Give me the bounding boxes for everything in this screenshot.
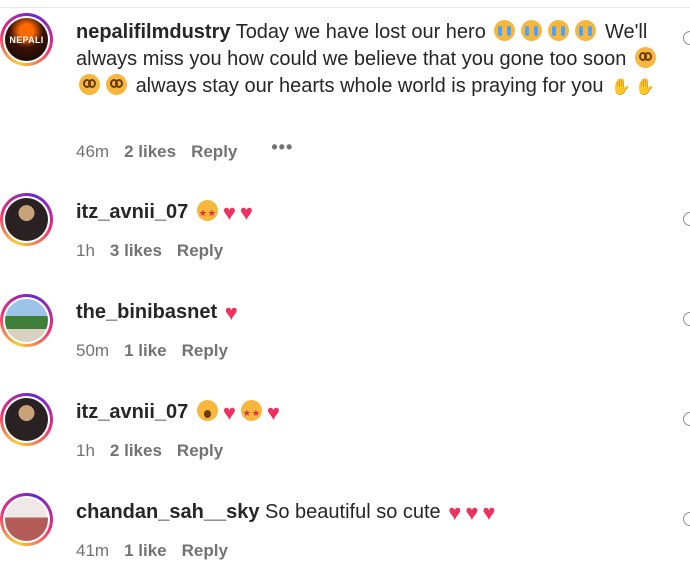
like-heart-icon[interactable] (683, 412, 690, 426)
folded-hands-icon: ✋ (611, 77, 632, 96)
heart-icon: ♥ (266, 400, 280, 425)
comment-time[interactable]: 46m (76, 142, 109, 162)
comment-meta: 46m 2 likes Reply ••• (76, 137, 293, 162)
comment-text: the_binibasnet ♥ (76, 299, 666, 326)
reply-button[interactable]: Reply (177, 441, 223, 461)
reply-button[interactable]: Reply (182, 541, 228, 561)
reply-button[interactable]: Reply (182, 341, 228, 361)
heart-eyes-face-icon (196, 200, 218, 227)
heart-icon: ♥ (224, 300, 238, 325)
comment-body-part: always stay our hearts whole world is pr… (135, 75, 604, 97)
like-heart-icon[interactable] (683, 512, 690, 526)
loudly-crying-face-icon (575, 20, 597, 41)
avatar[interactable]: NEPALI (0, 13, 53, 66)
loudly-crying-face-icon (548, 20, 570, 41)
comment-username[interactable]: itz_avnii_07 (76, 401, 188, 423)
reply-button[interactable]: Reply (177, 241, 223, 261)
loudly-crying-face-icon (494, 20, 516, 41)
folded-hands-icon: ✋ (635, 77, 655, 96)
comment-likes[interactable]: 1 like (124, 341, 167, 361)
more-options-icon[interactable]: ••• (271, 137, 293, 158)
comment-time[interactable]: 1h (76, 441, 95, 461)
comment-meta: 41m 1 like Reply (76, 541, 228, 561)
like-heart-icon[interactable] (683, 312, 690, 326)
reply-button[interactable]: Reply (191, 142, 237, 162)
comment-time[interactable]: 50m (76, 341, 109, 361)
flushed-face-icon (106, 74, 127, 95)
comment-text: itz_avnii_07 ♥ ♥ (76, 399, 666, 427)
avatar[interactable] (0, 294, 53, 347)
face-with-open-mouth-icon (196, 400, 218, 421)
heart-icon: ♥ (448, 500, 462, 525)
heart-icon: ♥ (239, 200, 253, 225)
avatar-logo-text: NEPALI (9, 35, 44, 45)
comment-meta: 1h 2 likes Reply (76, 441, 223, 461)
like-heart-icon[interactable] (683, 31, 690, 45)
comment-username[interactable]: chandan_sah__sky (76, 501, 259, 523)
comment-meta: 50m 1 like Reply (76, 341, 228, 361)
comment-username[interactable]: itz_avnii_07 (76, 201, 188, 223)
flushed-face-icon (79, 74, 100, 95)
comment-text: nepalifilmdustry Today we have lost our … (76, 19, 666, 100)
heart-icon: ♥ (482, 500, 496, 525)
comment-text: itz_avnii_07 ♥♥ (76, 199, 666, 227)
heart-icon: ♥ (222, 200, 236, 225)
comment-likes[interactable]: 3 likes (110, 241, 162, 261)
avatar[interactable] (0, 193, 53, 246)
comment-likes[interactable]: 2 likes (110, 441, 162, 461)
comment-time[interactable]: 1h (76, 241, 95, 261)
heart-eyes-face-icon (240, 400, 262, 427)
comment-username[interactable]: the_binibasnet (76, 301, 217, 323)
top-divider (0, 0, 690, 8)
avatar[interactable] (0, 393, 53, 446)
comment-likes[interactable]: 1 like (124, 541, 167, 561)
loudly-crying-face-icon (521, 20, 543, 41)
comment-body: So beautiful so cute (265, 501, 441, 523)
flushed-face-icon (634, 47, 656, 68)
avatar[interactable] (0, 493, 53, 546)
heart-icon: ♥ (465, 500, 479, 525)
comment-meta: 1h 3 likes Reply (76, 241, 223, 261)
comment-likes[interactable]: 2 likes (124, 142, 176, 162)
heart-icon: ♥ (222, 400, 236, 425)
comment-time[interactable]: 41m (76, 541, 109, 561)
comment-body-part: Today we have lost our hero (235, 21, 486, 43)
like-heart-icon[interactable] (683, 212, 690, 226)
comment-text: chandan_sah__sky So beautiful so cute ♥ ♥… (76, 499, 666, 526)
comment-username[interactable]: nepalifilmdustry (76, 21, 230, 43)
